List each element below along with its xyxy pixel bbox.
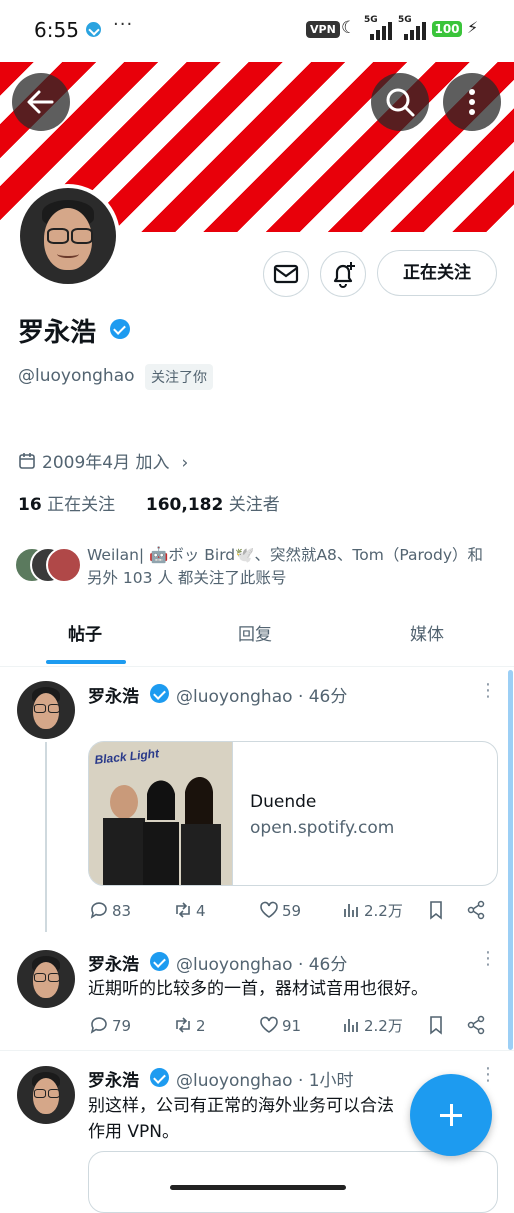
telegram-icon <box>86 22 101 37</box>
charging-icon: ⚡ <box>467 18 479 37</box>
compose-button[interactable] <box>410 1074 492 1156</box>
verified-badge-icon <box>110 319 130 339</box>
card-title: Duende <box>250 792 317 812</box>
views-button[interactable]: 2.2万 <box>341 1015 403 1036</box>
following-link[interactable]: 16 正在关注 <box>18 495 115 515</box>
do-not-disturb-icon: ☾ <box>341 18 357 38</box>
battery-indicator: 100 <box>432 21 462 37</box>
bookmark-icon <box>430 1016 442 1035</box>
like-button[interactable]: 59 <box>259 900 301 920</box>
views-icon <box>344 904 358 917</box>
views-button[interactable]: 2.2万 <box>341 900 403 921</box>
share-button[interactable] <box>466 900 489 920</box>
share-icon <box>467 900 485 920</box>
post-author-name[interactable]: 罗永浩 <box>88 950 139 975</box>
mutual-followers-avatars[interactable] <box>14 547 84 583</box>
post-more-icon[interactable]: ⋮ <box>479 948 497 969</box>
post-avatar[interactable] <box>17 950 75 1008</box>
follow-stats: 16 正在关注 160,182 关注者 <box>18 490 280 515</box>
link-card[interactable]: Black Light Duende open.spotify.com <box>88 741 498 886</box>
vpn-badge: VPN <box>306 21 340 38</box>
calendar-icon <box>19 453 35 469</box>
profile-name: 罗永浩 <box>18 318 97 348</box>
post-more-icon[interactable]: ⋮ <box>479 680 497 701</box>
signal-icon: 5G <box>364 15 392 40</box>
post-author-name[interactable]: 罗永浩 <box>88 682 139 707</box>
card-domain: open.spotify.com <box>250 818 395 838</box>
heart-icon <box>260 1016 278 1033</box>
tab-posts[interactable]: 帖子 <box>68 620 102 645</box>
follows-you-badge: 关注了你 <box>145 364 213 390</box>
like-button[interactable]: 91 <box>259 1015 301 1035</box>
quoted-post-card[interactable] <box>88 1151 498 1213</box>
post-handle-time: @luoyonghao · 46分 <box>176 687 348 707</box>
followers-link[interactable]: 160,182 关注者 <box>146 495 280 515</box>
retweet-icon <box>176 902 190 918</box>
more-vertical-icon <box>469 89 475 115</box>
reply-button[interactable]: 79 <box>89 1015 131 1035</box>
retweet-button[interactable]: 4 <box>173 900 206 920</box>
thread-line <box>45 742 47 932</box>
active-tab-indicator <box>46 660 126 664</box>
more-options-button[interactable] <box>443 73 501 131</box>
tab-replies[interactable]: 回复 <box>238 620 272 645</box>
scrollbar[interactable] <box>508 670 513 1050</box>
retweet-button[interactable]: 2 <box>173 1015 206 1035</box>
reply-icon <box>90 1017 107 1034</box>
post-divider <box>0 1050 514 1051</box>
mail-icon <box>273 264 299 284</box>
home-indicator[interactable] <box>170 1185 346 1190</box>
post-avatar[interactable] <box>17 681 75 739</box>
bell-plus-icon <box>333 262 355 288</box>
reply-button[interactable]: 83 <box>89 900 131 920</box>
post-text: 近期听的比较多的一首，器材试音用也很好。 <box>88 979 428 999</box>
post-more-icon[interactable]: ⋮ <box>479 1064 497 1085</box>
verified-badge-icon <box>150 952 169 971</box>
arrow-left-icon <box>27 90 54 114</box>
message-button[interactable] <box>263 251 309 297</box>
post-author-name[interactable]: 罗永浩 <box>88 1066 139 1091</box>
more-notifications-icon: ··· <box>113 14 134 35</box>
verified-badge-icon <box>150 1068 169 1087</box>
status-time: 6:55 <box>34 18 79 42</box>
card-thumbnail: Black Light <box>89 742 233 885</box>
back-button[interactable] <box>12 73 70 131</box>
post-avatar[interactable] <box>17 1066 75 1124</box>
post-text: 别这样，公司有正常的海外业务可以合法 作用 VPN。 <box>88 1096 394 1142</box>
views-icon <box>344 1019 358 1032</box>
retweet-icon <box>176 1017 190 1033</box>
search-icon <box>386 88 415 117</box>
reply-icon <box>90 902 107 919</box>
mutual-followers-text[interactable]: Weilan| 🤖ボッ Bird🕊️、突然就A8、Tom（Parody）和 另外… <box>87 544 507 590</box>
search-button[interactable] <box>371 73 429 131</box>
tab-media[interactable]: 媒体 <box>410 620 444 645</box>
post-handle-time: @luoyonghao · 1小时 <box>176 1071 354 1091</box>
share-button[interactable] <box>466 1015 489 1035</box>
following-button[interactable]: 正在关注 <box>377 250 497 296</box>
bookmark-button[interactable] <box>426 900 449 920</box>
post-handle-time: @luoyonghao · 46分 <box>176 955 348 975</box>
notifications-button[interactable] <box>320 251 366 297</box>
profile-handle: @luoyonghao <box>18 366 135 386</box>
bookmark-button[interactable] <box>426 1015 449 1035</box>
bookmark-icon <box>430 901 442 920</box>
signal-icon-2: 5G <box>398 15 426 40</box>
verified-badge-icon <box>150 684 169 703</box>
profile-avatar[interactable] <box>16 184 120 288</box>
share-icon <box>467 1015 485 1035</box>
chevron-right-icon: › <box>181 453 189 473</box>
joined-date[interactable]: 2009年4月 加入 › <box>18 448 188 473</box>
tab-divider <box>0 666 514 667</box>
heart-icon <box>260 901 278 918</box>
